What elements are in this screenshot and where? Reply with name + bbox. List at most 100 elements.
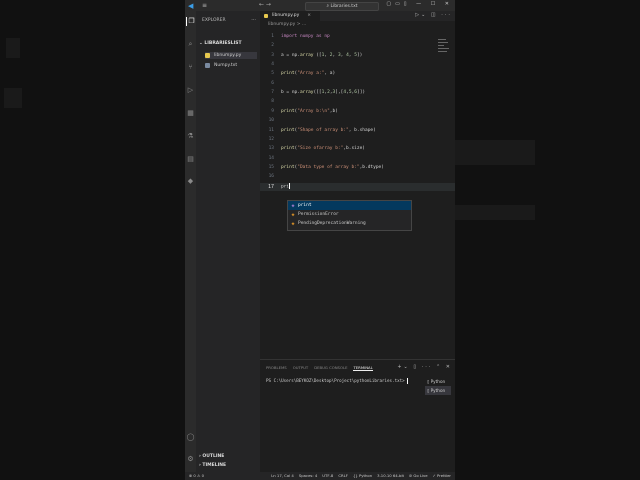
class-icon: ◈ bbox=[291, 220, 295, 227]
code-line[interactable]: 17 pri bbox=[260, 182, 455, 191]
bottom-panel: PROBLEMS OUTPUT DEBUG CONSOLE TERMINAL +… bbox=[260, 359, 455, 473]
code-line[interactable]: 14 bbox=[260, 155, 455, 163]
tab-problems[interactable]: PROBLEMS bbox=[266, 365, 287, 371]
python-file-icon bbox=[264, 14, 268, 18]
file-label: libnumpy.py bbox=[214, 53, 242, 58]
code-line[interactable]: 3 a = np.array ([1, 2, 3, 4, 5]) bbox=[260, 52, 455, 60]
class-icon: ◈ bbox=[291, 211, 295, 218]
autocomplete-widget[interactable]: ◈ print ◈ PermissionError ◈ PendingDeprecat… bbox=[287, 200, 412, 231]
code-line[interactable]: 9 print("Array b:\n",b) bbox=[260, 108, 455, 116]
text-cursor bbox=[289, 182, 291, 189]
tab-output[interactable]: OUTPUT bbox=[293, 365, 308, 371]
settings-gear-icon[interactable]: ⚙ bbox=[186, 455, 195, 464]
file-label: Numpy.txt bbox=[214, 63, 238, 68]
code-text: print("Array a:", a) bbox=[281, 71, 336, 77]
panel-actions[interactable]: +⌄ ▯ ··· ⌃ ✕ bbox=[397, 364, 452, 370]
nav-arrows-icon[interactable]: ← → bbox=[259, 1, 271, 8]
explorer-header: EXPLORER bbox=[202, 18, 226, 23]
line-number: 4 bbox=[271, 62, 274, 68]
command-center-search[interactable]: ⌕ Libraries.txt bbox=[305, 2, 379, 11]
vscode-logo-icon: ◀ bbox=[188, 1, 194, 10]
code-line[interactable]: 11 print("Shape of array b:", b.shape) bbox=[260, 127, 455, 135]
terminal-item[interactable]: ▯ Python bbox=[425, 377, 451, 386]
background-ghost bbox=[6, 38, 20, 58]
notebook-icon[interactable]: ▤ bbox=[186, 155, 195, 164]
terminal-output[interactable]: PS C:\Users\BEYKOZ\Desktop\Project\pytho… bbox=[266, 378, 409, 384]
title-bar: ◀ ≡ ← → ⌕ Libraries.txt ▢▭▯ — ☐ ✕ bbox=[185, 0, 455, 11]
line-number: 11 bbox=[268, 127, 274, 133]
line-number: 2 bbox=[271, 43, 274, 49]
tab-libnumpy[interactable]: libnumpy.py × bbox=[260, 11, 320, 21]
line-number: 8 bbox=[271, 99, 274, 105]
status-interpreter[interactable]: 3.10.10 64-bit bbox=[377, 473, 404, 478]
file-item-libnumpy[interactable]: libnumpy.py bbox=[205, 52, 257, 59]
function-icon: ◈ bbox=[291, 202, 295, 209]
status-encoding[interactable]: UTF-8 bbox=[322, 473, 333, 478]
status-cursor-position[interactable]: Ln 17, Col 4 bbox=[271, 473, 294, 478]
menu-icon[interactable]: ≡ bbox=[202, 2, 207, 9]
code-line[interactable]: 16 bbox=[260, 173, 455, 181]
code-line[interactable]: 1 import numpy as np bbox=[260, 33, 455, 41]
code-line[interactable]: 8 bbox=[260, 98, 455, 106]
code-line[interactable]: 6 bbox=[260, 80, 455, 88]
editor-tabs: libnumpy.py × ▷⌄ ◫ ··· bbox=[260, 11, 455, 21]
files-icon[interactable]: ❐ bbox=[186, 17, 196, 26]
line-number: 15 bbox=[268, 164, 274, 170]
status-go-live[interactable]: ⊘ Go Live bbox=[409, 473, 428, 478]
breadcrumb[interactable]: libnumpy.py > ... bbox=[268, 22, 306, 27]
editor-area: libnumpy.py × ▷⌄ ◫ ··· libnumpy.py > ...… bbox=[260, 11, 455, 357]
line-number: 16 bbox=[268, 174, 274, 180]
code-line[interactable]: 5 print("Array a:", a) bbox=[260, 70, 455, 78]
account-icon[interactable]: ◯ bbox=[186, 433, 195, 442]
outline-label: OUTLINE bbox=[202, 454, 225, 459]
status-prettier[interactable]: ✓ Prettier bbox=[433, 473, 451, 478]
status-indentation[interactable]: Spaces: 4 bbox=[299, 473, 317, 478]
suggestion-item[interactable]: ◈ print bbox=[288, 201, 411, 210]
timeline-section[interactable]: › TIMELINE bbox=[199, 463, 226, 468]
code-line[interactable]: 12 bbox=[260, 136, 455, 144]
editor-actions[interactable]: ▷⌄ ◫ ··· bbox=[415, 12, 452, 18]
line-number: 5 bbox=[271, 71, 274, 77]
code-text: print("Size ofarray b:",b.size) bbox=[281, 146, 366, 152]
code-text: print("Shape of array b:", b.shape) bbox=[281, 127, 376, 133]
more-actions-icon[interactable]: ··· bbox=[251, 17, 256, 23]
code-line[interactable]: 15 print("Data type of array b:",b.dtype) bbox=[260, 164, 455, 172]
python-icon[interactable]: ◆ bbox=[186, 177, 195, 186]
tab-close-icon[interactable]: × bbox=[307, 11, 311, 21]
outline-section[interactable]: › OUTLINE bbox=[199, 454, 224, 459]
source-control-icon[interactable]: ⑂ bbox=[186, 63, 195, 72]
suggestion-item[interactable]: ◈ PendingDeprecationWarning bbox=[288, 219, 411, 228]
window-controls[interactable]: ▢▭▯ — ☐ ✕ bbox=[386, 1, 453, 7]
folder-librarieslist[interactable]: ⌄ LIBRARIESLIST bbox=[199, 41, 242, 46]
line-number: 6 bbox=[271, 80, 274, 86]
background-ghost bbox=[455, 205, 535, 220]
code-text: pri bbox=[281, 182, 291, 190]
run-debug-icon[interactable]: ▷ bbox=[186, 86, 195, 95]
terminal-cursor bbox=[407, 378, 409, 384]
code-line[interactable]: 2 bbox=[260, 42, 455, 50]
tab-terminal[interactable]: TERMINAL bbox=[353, 365, 373, 371]
suggestion-item[interactable]: ◈ PermissionError bbox=[288, 210, 411, 219]
problems-status[interactable]: ⊗ 0 ⚠ 0 bbox=[189, 473, 204, 478]
explorer-sidebar: EXPLORER ··· ⌄ LIBRARIESLIST libnumpy.py… bbox=[196, 11, 260, 472]
line-number: 14 bbox=[268, 155, 274, 161]
python-file-icon bbox=[205, 53, 210, 58]
testing-icon[interactable]: ⚗ bbox=[186, 132, 195, 141]
extensions-icon[interactable]: ▦ bbox=[186, 109, 195, 118]
background-ghost bbox=[4, 88, 22, 108]
code-line[interactable]: 7 b = np.array([[1,2,3],[4,5,6]]) bbox=[260, 89, 455, 97]
timeline-label: TIMELINE bbox=[202, 463, 227, 468]
status-bar: ⊗ 0 ⚠ 0 Ln 17, Col 4 Spaces: 4 UTF-8 CRL… bbox=[185, 472, 455, 480]
code-line[interactable]: 10 bbox=[260, 117, 455, 125]
search-icon[interactable]: ⌕ bbox=[186, 40, 195, 49]
terminal-item[interactable]: ▯ Python bbox=[425, 386, 451, 395]
tab-debug-console[interactable]: DEBUG CONSOLE bbox=[314, 365, 347, 371]
line-number: 10 bbox=[268, 118, 274, 124]
code-line[interactable]: 13 print("Size ofarray b:",b.size) bbox=[260, 145, 455, 153]
status-language[interactable]: {} Python bbox=[353, 473, 372, 478]
line-number: 17 bbox=[267, 183, 274, 190]
status-eol[interactable]: CRLF bbox=[338, 473, 348, 478]
file-item-numpy-txt[interactable]: Numpy.txt bbox=[205, 62, 257, 69]
folder-label: LIBRARIESLIST bbox=[204, 41, 242, 46]
code-line[interactable]: 4 bbox=[260, 61, 455, 69]
